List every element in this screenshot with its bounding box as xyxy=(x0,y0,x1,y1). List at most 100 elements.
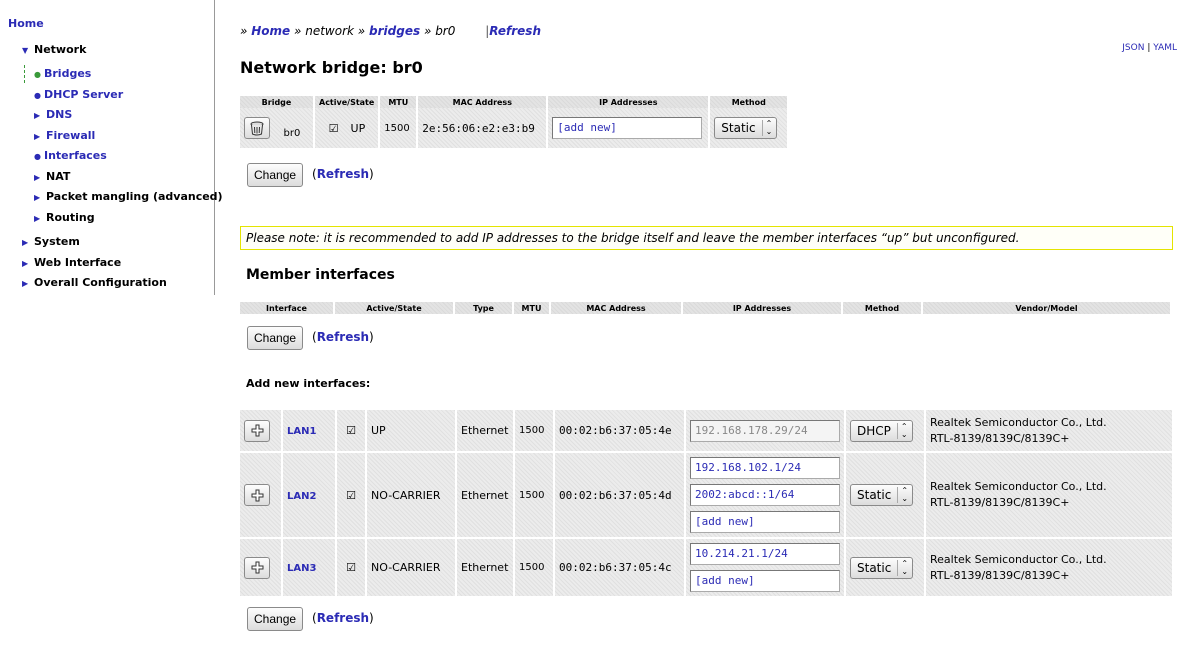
sidebar-item-overall-configuration[interactable]: ▶ Overall Configuration xyxy=(22,276,167,289)
new-interfaces-table: LAN1 ☑ UP Ethernet 1500 00:02:b6:37:05:4… xyxy=(238,408,1174,598)
state-value: UP xyxy=(367,410,455,451)
active-checkbox[interactable]: ☑ xyxy=(346,425,357,436)
change-button[interactable]: Change xyxy=(247,163,304,187)
vendor-name: Realtek Semiconductor Co., Ltd. xyxy=(930,552,1107,566)
sidebar-item-label[interactable]: DHCP Server xyxy=(44,88,123,101)
table-header-row: Interface Active/State Type MTU MAC Addr… xyxy=(240,302,1170,314)
vendor-model: RTL-8139/8139C/8139C+ xyxy=(930,496,1070,509)
ip-address-input[interactable]: 2002:abcd::1/64 xyxy=(690,484,840,506)
breadcrumb-separator: » xyxy=(423,24,432,38)
method-select[interactable]: Static ⌃ ⌄ xyxy=(850,556,914,579)
mtu-value: 1500 xyxy=(515,410,553,451)
delete-bridge-button[interactable] xyxy=(244,117,270,139)
breadcrumb-home-link[interactable]: Home xyxy=(251,24,290,38)
column-header: Interface xyxy=(240,302,333,314)
mac-value: 00:02:b6:37:05:4e xyxy=(555,410,684,451)
column-header: Method xyxy=(843,302,921,314)
mtu-value: 1500 xyxy=(515,453,553,537)
table-row: br0 ☑ UP 1500 2e:56:06:e2:e3:b9 [add new… xyxy=(240,108,788,148)
sidebar-item-bridges[interactable]: ● Bridges xyxy=(34,67,91,80)
active-cell: ☑ xyxy=(337,453,365,537)
sidebar-item-firewall[interactable]: ▶ Firewall xyxy=(34,129,95,142)
interface-link[interactable]: LAN3 xyxy=(287,563,316,574)
collapsed-arrow-icon: ▶ xyxy=(34,193,41,202)
sidebar-item-dns[interactable]: ▶ DNS xyxy=(34,108,72,121)
collapsed-arrow-icon: ▶ xyxy=(34,214,41,223)
breadcrumb: » Home » network » bridges » br0 |Refres… xyxy=(240,24,541,38)
breadcrumb-bridges-link[interactable]: bridges xyxy=(369,24,420,38)
collapsed-arrow-icon: ▶ xyxy=(22,259,29,268)
breadcrumb-refresh-link[interactable]: Refresh xyxy=(489,24,541,38)
sidebar-item-label: Overall Configuration xyxy=(34,276,167,289)
sidebar-nav: Home ▼ Network ● Bridges ● DHCP Server ▶ DNS… xyxy=(0,0,223,295)
change-button[interactable]: Change xyxy=(247,326,304,350)
sidebar-item-label: NAT xyxy=(46,170,71,183)
interface-cell: LAN2 xyxy=(283,453,335,537)
sidebar-item-network[interactable]: ▼ Network xyxy=(22,43,86,56)
add-interface-button[interactable] xyxy=(244,419,270,442)
refresh-link[interactable]: Refresh xyxy=(317,611,369,625)
ip-cell: 10.214.21.1/24 [add new] xyxy=(686,539,844,596)
format-separator: | xyxy=(1147,43,1151,53)
note-box: Please note: it is recommended to add IP… xyxy=(240,226,1173,250)
sidebar-item-nat[interactable]: ▶ NAT xyxy=(34,170,70,183)
ip-address-input[interactable]: 192.168.178.29/24 xyxy=(690,419,840,442)
select-arrows-icon: ⌃ ⌄ xyxy=(897,487,908,503)
method-value: Static xyxy=(857,560,892,575)
member-table: Interface Active/State Type MTU MAC Addr… xyxy=(238,302,1172,314)
active-checkbox[interactable]: ☑ xyxy=(346,562,357,573)
ip-address-input[interactable]: [add new] xyxy=(690,511,840,533)
refresh-link[interactable]: Refresh xyxy=(317,167,369,181)
ip-address-input[interactable]: [add new] xyxy=(552,117,703,139)
add-interface-button[interactable] xyxy=(244,484,270,506)
sidebar-item-label[interactable]: Interfaces xyxy=(44,149,107,162)
refresh-wrapper: (Refresh) xyxy=(312,167,374,181)
sidebar-item-dhcp-server[interactable]: ● DHCP Server xyxy=(34,88,123,101)
vendor-name: Realtek Semiconductor Co., Ltd. xyxy=(930,480,1107,493)
mac-value: 00:02:b6:37:05:4c xyxy=(555,539,684,596)
method-select[interactable]: Static ⌃ ⌄ xyxy=(714,117,778,139)
breadcrumb-separator: » xyxy=(357,24,366,38)
active-cell: ☑ xyxy=(337,410,365,451)
bridge-cell: br0 xyxy=(240,108,313,148)
method-select[interactable]: Static ⌃ ⌄ xyxy=(850,484,914,506)
active-checkbox[interactable]: ☑ xyxy=(328,123,339,134)
sidebar-item-label[interactable]: Firewall xyxy=(46,129,95,142)
vendor-cell: Realtek Semiconductor Co., Ltd. RTL-8139… xyxy=(926,453,1172,537)
sidebar-item-routing[interactable]: ▶ Routing xyxy=(34,211,95,224)
state-value: UP xyxy=(350,121,366,135)
method-select[interactable]: DHCP ⌃ ⌄ xyxy=(850,419,913,442)
json-link[interactable]: JSON xyxy=(1122,43,1144,53)
sidebar-item-label: Network xyxy=(34,43,87,56)
sidebar-home-link[interactable]: Home xyxy=(8,17,44,30)
ip-address-input[interactable]: [add new] xyxy=(690,570,840,592)
sidebar-item-label[interactable]: DNS xyxy=(46,108,72,121)
ip-address-input[interactable]: 192.168.102.1/24 xyxy=(690,457,840,479)
add-interface-button[interactable] xyxy=(244,556,270,579)
interface-link[interactable]: LAN2 xyxy=(287,491,316,502)
vendor-cell: Realtek Semiconductor Co., Ltd. RTL-8139… xyxy=(926,410,1172,451)
sidebar-item-packet-mangling[interactable]: ▶ Packet mangling (advanced) xyxy=(34,190,223,203)
refresh-link[interactable]: Refresh xyxy=(317,330,369,344)
vendor-model: RTL-8139/8139C/8139C+ xyxy=(930,431,1070,445)
active-checkbox[interactable]: ☑ xyxy=(346,490,357,501)
sidebar-item-interfaces[interactable]: ● Interfaces xyxy=(34,149,107,162)
sidebar-item-web-interface[interactable]: ▶ Web Interface xyxy=(22,256,121,269)
column-header: IP Addresses xyxy=(548,96,709,108)
sidebar-item-system[interactable]: ▶ System xyxy=(22,235,80,248)
mac-value: 2e:56:06:e2:e3:b9 xyxy=(418,108,547,148)
state-value: NO-CARRIER xyxy=(367,539,455,596)
ip-address-input[interactable]: 10.214.21.1/24 xyxy=(690,543,840,565)
method-cell: Static ⌃ ⌄ xyxy=(846,539,924,596)
yaml-link[interactable]: YAML xyxy=(1153,43,1177,53)
column-header: IP Addresses xyxy=(683,302,841,314)
breadcrumb-current: br0 xyxy=(435,24,456,38)
sidebar-item-label[interactable]: Bridges xyxy=(44,67,91,80)
method-value: DHCP xyxy=(857,423,891,438)
collapsed-arrow-icon: ▶ xyxy=(22,279,29,288)
table-row: LAN2 ☑ NO-CARRIER Ethernet 1500 00:02:b6… xyxy=(240,453,1172,537)
method-cell: DHCP ⌃ ⌄ xyxy=(846,410,924,451)
active-cell: ☑ xyxy=(337,539,365,596)
change-button[interactable]: Change xyxy=(247,607,304,631)
interface-link[interactable]: LAN1 xyxy=(287,426,316,437)
